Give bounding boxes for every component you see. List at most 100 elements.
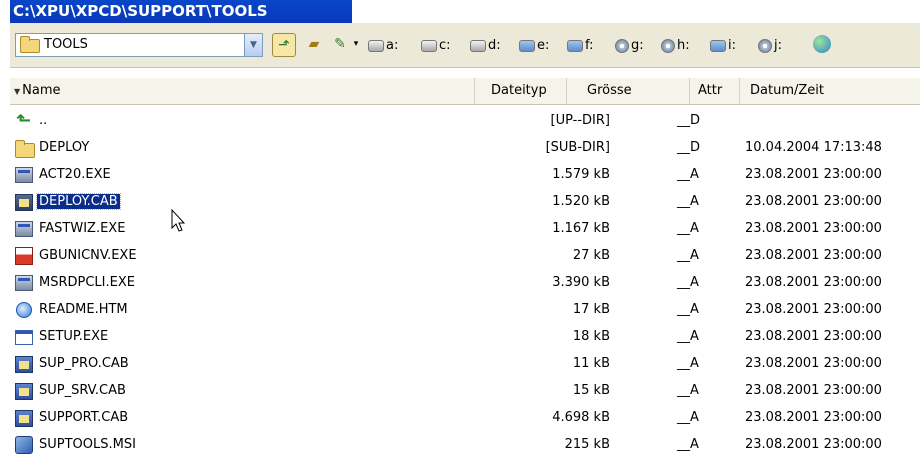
file-row-deploy[interactable]: DEPLOY [SUB-DIR] __D 10.04.2004 17:13:48: [10, 135, 920, 162]
file-row-sup-pro[interactable]: SUP_PRO.CAB 11 kB __A 23.08.2001 23:00:0…: [10, 351, 920, 378]
drive-a-button[interactable]: a:: [368, 37, 398, 57]
file-row-sup-srv[interactable]: SUP_SRV.CAB 15 kB __A 23.08.2001 23:00:0…: [10, 378, 920, 405]
file-attr: __A: [677, 248, 699, 263]
file-name: ..: [39, 113, 48, 128]
htm-icon: [14, 300, 34, 320]
network-button[interactable]: [810, 33, 834, 57]
file-list: ⬑ .. [UP--DIR] __D DEPLOY [SUB-DIR] __D …: [10, 108, 920, 459]
file-attr: __D: [677, 140, 701, 155]
edit-menu-button[interactable]: ▾: [350, 33, 362, 57]
setup-icon: [14, 327, 34, 347]
sort-desc-icon: ▼: [14, 87, 21, 96]
name-column-header[interactable]: ▼ Name: [10, 78, 475, 104]
date-column-header[interactable]: Datum/Zeit: [740, 78, 920, 104]
window-title: C:\XPU\XPCD\SUPPORT\TOOLS: [13, 2, 268, 20]
toolbar: TOOLS ▼ ⬏ ▰ ✎ ▾ a: c: d: e: f: g: h: i: …: [10, 23, 920, 68]
drive-h-label: h:: [677, 38, 690, 53]
folder-combo[interactable]: TOOLS ▼: [15, 33, 263, 57]
new-folder-icon: ▰: [308, 36, 320, 52]
file-date: 23.08.2001 23:00:00: [745, 329, 882, 344]
file-row-suptools[interactable]: SUPTOOLS.MSI 215 kB __A 23.08.2001 23:00…: [10, 432, 920, 459]
file-attr: __A: [677, 329, 699, 344]
file-row-setup[interactable]: SETUP.EXE 18 kB __A 23.08.2001 23:00:00: [10, 324, 920, 351]
drive-f-button[interactable]: f:: [567, 37, 594, 57]
drive-e-button[interactable]: e:: [519, 37, 549, 57]
network-drive-icon: [567, 39, 583, 52]
drive-f-label: f:: [585, 38, 594, 53]
file-attr: __A: [677, 410, 699, 425]
file-date: 10.04.2004 17:13:48: [745, 140, 882, 155]
drive-a-label: a:: [386, 38, 399, 53]
file-row-act20[interactable]: ACT20.EXE 1.579 kB __A 23.08.2001 23:00:…: [10, 162, 920, 189]
folder-up-icon: ⬏: [278, 37, 290, 53]
exe-icon: [14, 219, 34, 239]
file-row-support[interactable]: SUPPORT.CAB 4.698 kB __A 23.08.2001 23:0…: [10, 405, 920, 432]
file-size: 27 kB: [572, 248, 610, 263]
file-row-up[interactable]: ⬑ .. [UP--DIR] __D: [10, 108, 920, 135]
file-row-deploy-cab[interactable]: DEPLOY.CAB 1.520 kB __A 23.08.2001 23:00…: [10, 189, 920, 216]
drive-h-button[interactable]: h:: [661, 37, 690, 57]
gb-exe-icon: [14, 246, 34, 266]
file-name: SUP_PRO.CAB: [39, 356, 129, 371]
size-column-header[interactable]: Grösse: [567, 78, 690, 104]
edit-button[interactable]: ✎: [328, 33, 352, 57]
network-drive-icon: [710, 39, 726, 52]
type-column-header[interactable]: Dateityp: [475, 78, 567, 104]
file-size: 1.579 kB: [552, 167, 610, 182]
cd-drive-icon: [758, 38, 772, 53]
drive-i-button[interactable]: i:: [710, 37, 736, 57]
size-column-label: Grösse: [587, 83, 632, 98]
file-date: 23.08.2001 23:00:00: [745, 383, 882, 398]
folder-icon: [14, 138, 35, 158]
file-size: 17 kB: [572, 302, 610, 317]
name-column-label: Name: [22, 83, 61, 98]
file-row-gbunicnv[interactable]: GBUNICNV.EXE 27 kB __A 23.08.2001 23:00:…: [10, 243, 920, 270]
file-name: ACT20.EXE: [39, 167, 111, 182]
file-date: 23.08.2001 23:00:00: [745, 356, 882, 371]
new-folder-button[interactable]: ▰: [302, 33, 326, 57]
file-name: README.HTM: [39, 302, 128, 317]
drive-d-button[interactable]: d:: [470, 37, 501, 57]
cab-icon: [14, 408, 34, 428]
file-size: [SUB-DIR]: [545, 140, 610, 155]
file-date: 23.08.2001 23:00:00: [745, 275, 882, 290]
exe-icon: [14, 273, 34, 293]
file-size: 11 kB: [572, 356, 610, 371]
type-column-label: Dateityp: [491, 83, 547, 98]
drive-c-button[interactable]: c:: [421, 37, 451, 57]
up-arrow-icon: ⬑: [16, 110, 32, 131]
folder-up-button[interactable]: ⬏: [272, 33, 296, 57]
drive-c-label: c:: [439, 38, 451, 53]
file-name: FASTWIZ.EXE: [39, 221, 126, 236]
file-row-msrdpcli[interactable]: MSRDPCLI.EXE 3.390 kB __A 23.08.2001 23:…: [10, 270, 920, 297]
drive-e-label: e:: [537, 38, 550, 53]
floppy-drive-icon: [368, 39, 384, 52]
file-attr: __A: [677, 437, 699, 452]
file-attr: __A: [677, 221, 699, 236]
chevron-down-icon[interactable]: ▼: [244, 34, 262, 56]
attr-column-header[interactable]: Attr: [690, 78, 740, 104]
file-size: 215 kB: [564, 437, 610, 452]
drive-g-button[interactable]: g:: [615, 37, 644, 57]
file-attr: __D: [677, 113, 701, 128]
file-attr: __A: [677, 383, 699, 398]
folder-icon: [20, 36, 40, 53]
network-globe-icon: [813, 35, 831, 53]
file-date: 23.08.2001 23:00:00: [745, 167, 882, 182]
file-row-fastwiz[interactable]: FASTWIZ.EXE 1.167 kB __A 23.08.2001 23:0…: [10, 216, 920, 243]
file-name: DEPLOY: [39, 140, 90, 155]
file-date: 23.08.2001 23:00:00: [745, 410, 882, 425]
date-column-label: Datum/Zeit: [750, 83, 824, 98]
file-date: 23.08.2001 23:00:00: [745, 194, 882, 209]
drive-j-button[interactable]: j:: [758, 37, 782, 57]
network-drive-icon: [519, 39, 535, 52]
cd-drive-icon: [661, 38, 675, 53]
drive-d-label: d:: [488, 38, 501, 53]
file-row-readme[interactable]: README.HTM 17 kB __A 23.08.2001 23:00:00: [10, 297, 920, 324]
file-attr: __A: [677, 302, 699, 317]
file-date: 23.08.2001 23:00:00: [745, 302, 882, 317]
hard-drive-icon: [470, 39, 486, 52]
file-date: 23.08.2001 23:00:00: [745, 437, 882, 452]
file-size: 1.520 kB: [552, 194, 610, 209]
file-size: [UP--DIR]: [550, 113, 610, 128]
